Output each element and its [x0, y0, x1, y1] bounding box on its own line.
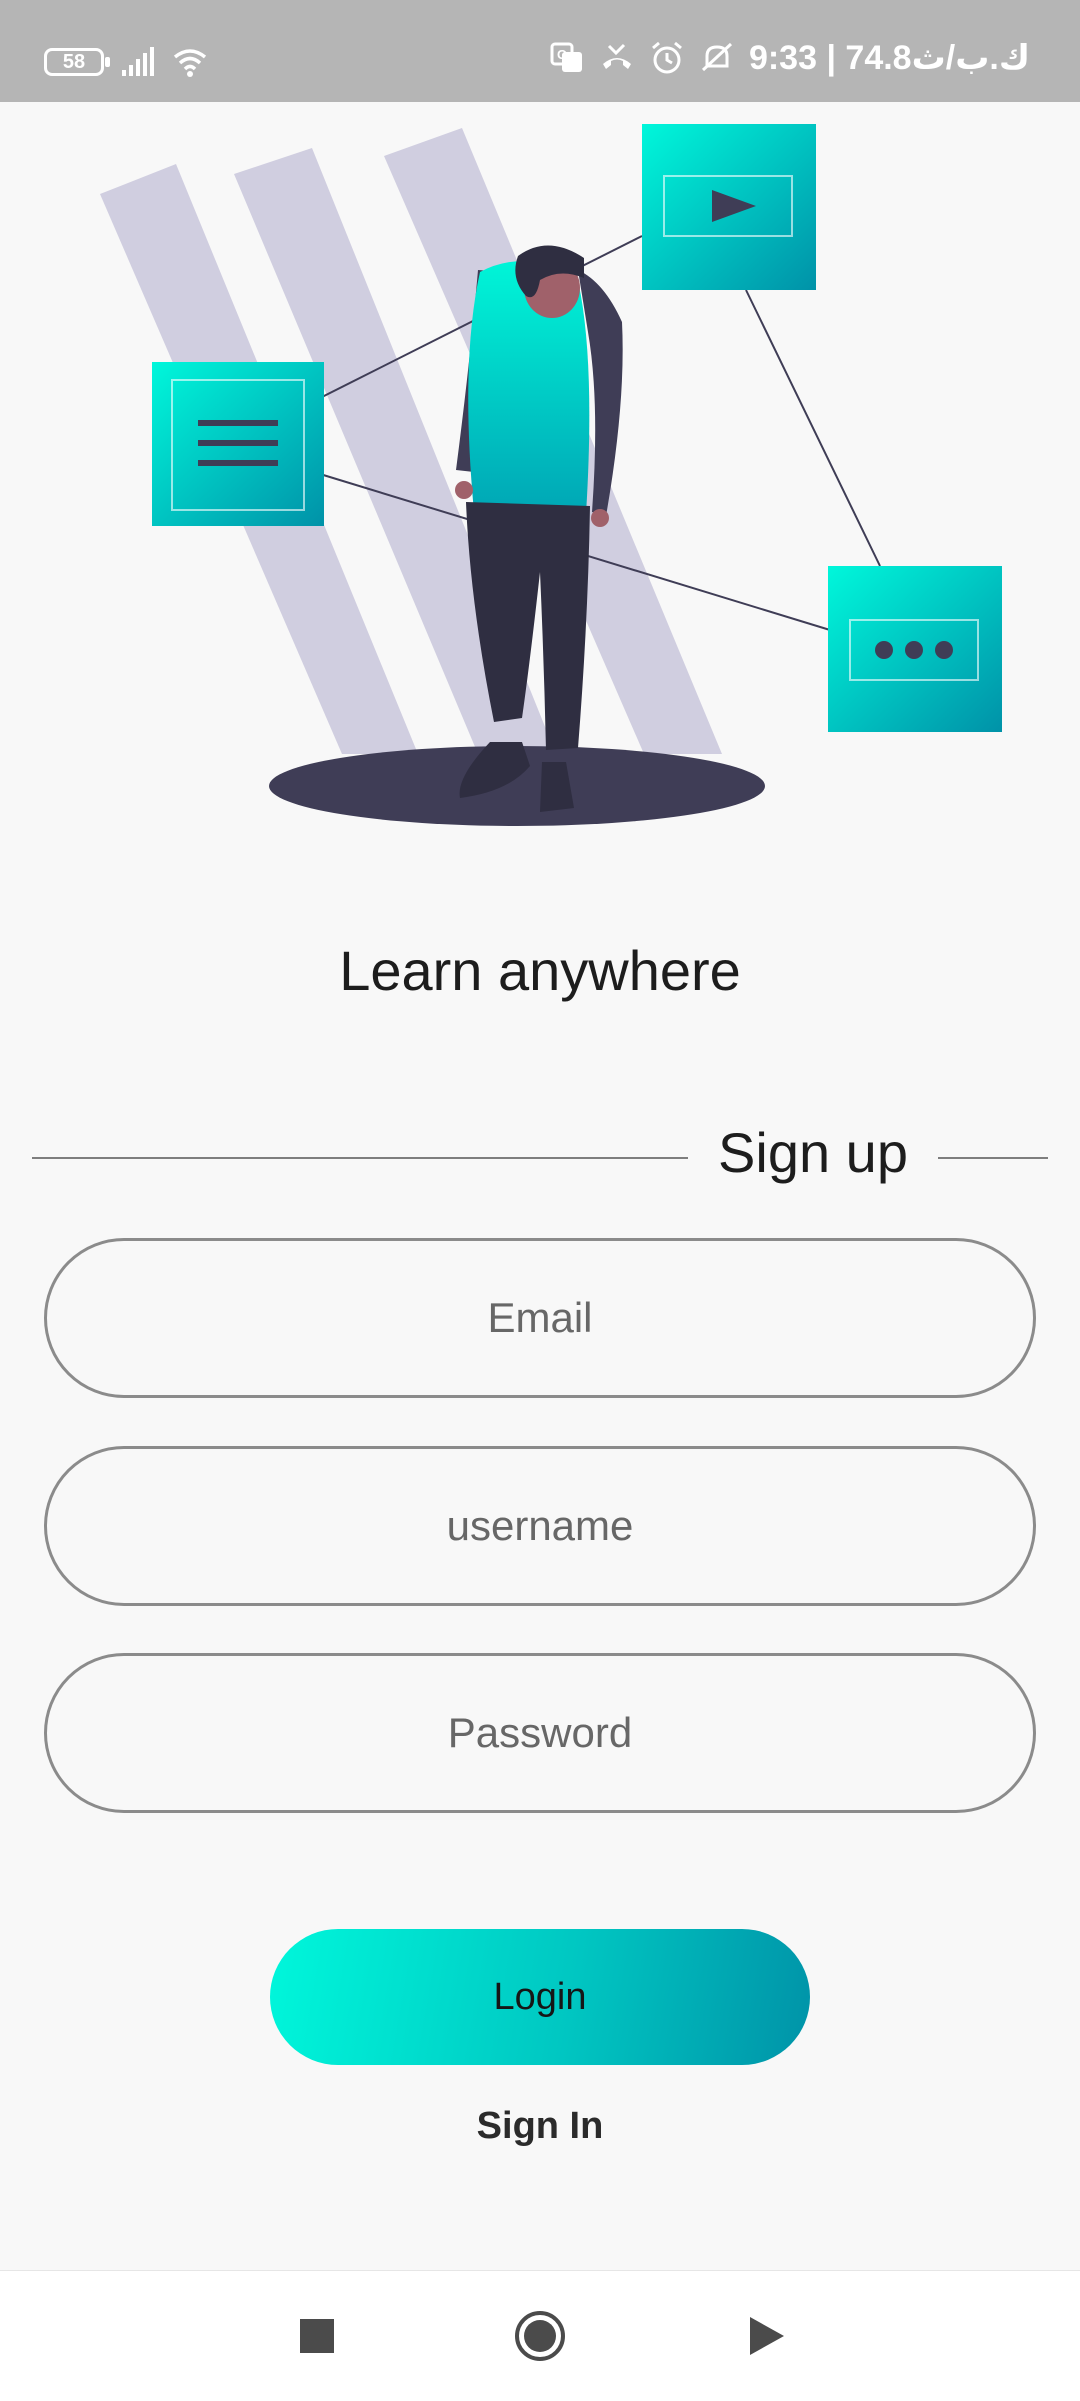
battery-level: 58	[62, 51, 86, 73]
back-triangle-icon[interactable]	[730, 2301, 800, 2371]
login-button[interactable]: Login	[270, 1929, 810, 2065]
menu-card	[152, 362, 324, 526]
home-circle-icon[interactable]	[505, 2301, 575, 2371]
more-dots-icon	[875, 641, 953, 659]
translate-icon: G	[550, 42, 582, 72]
sign-in-link[interactable]: Sign In	[340, 2105, 740, 2148]
connector-line	[745, 289, 881, 567]
alarm-icon	[651, 41, 682, 74]
status-time: ك.ب/ث74.8 | 9:33	[748, 39, 1030, 77]
hero-illustration	[100, 124, 1002, 826]
divider-right	[938, 1157, 1048, 1159]
status-right-group: G ك.ب/ث74.8 | 9:33	[549, 38, 1030, 78]
headline: Learn anywhere	[339, 939, 741, 1002]
status-left-group: 58	[44, 44, 208, 80]
navigation-bar	[0, 2270, 1080, 2401]
mute-icon	[701, 42, 732, 72]
more-card	[828, 566, 1002, 732]
divider-left	[32, 1157, 688, 1159]
wifi-icon	[173, 49, 207, 77]
recents-square-icon[interactable]	[282, 2301, 352, 2371]
signup-title: Sign up	[718, 1121, 908, 1184]
email-field[interactable]	[44, 1238, 1036, 1398]
status-bar: 58 G	[0, 0, 1080, 102]
username-field[interactable]	[44, 1446, 1036, 1606]
missed-call-icon	[602, 43, 631, 69]
play-card	[642, 124, 816, 290]
battery-icon: 58	[44, 48, 110, 76]
signal-icon	[122, 47, 154, 76]
password-field[interactable]	[44, 1653, 1036, 1813]
